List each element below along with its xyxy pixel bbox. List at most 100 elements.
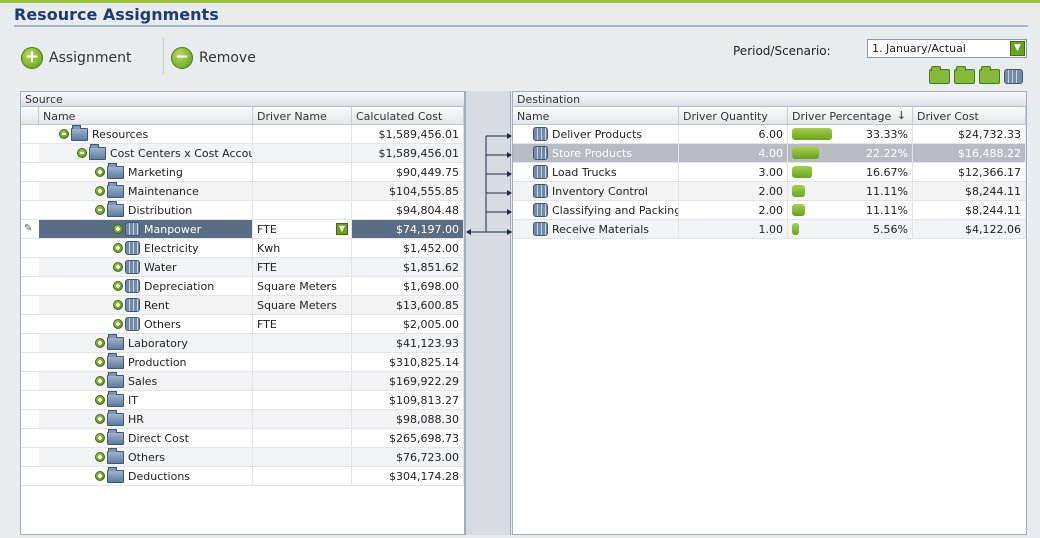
collapse-icon[interactable] <box>77 148 87 158</box>
source-row[interactable]: Depreciation Square Meters $1,698.00 <box>21 277 464 296</box>
source-row[interactable]: Production $310,825.14 <box>21 353 464 372</box>
source-name-cell[interactable]: Depreciation <box>39 277 253 295</box>
chevron-down-icon[interactable]: ▼ <box>1010 41 1025 56</box>
source-name-cell[interactable]: IT <box>39 391 253 409</box>
source-driver-cell[interactable] <box>253 182 352 200</box>
source-row[interactable]: Others FTE $2,005.00 <box>21 315 464 334</box>
destination-name-cell[interactable]: Load Trucks <box>513 163 679 181</box>
col-driver-quantity-header[interactable]: Driver Quantity <box>679 107 788 124</box>
source-row[interactable]: Water FTE $1,851.62 <box>21 258 464 277</box>
source-driver-cell[interactable] <box>253 410 352 428</box>
expand-icon[interactable] <box>95 186 105 196</box>
source-name-cell[interactable]: Others <box>39 448 253 466</box>
source-name-cell[interactable]: Production <box>39 353 253 371</box>
destination-row[interactable]: Load Trucks 3.00 16.67% $12,366.17 <box>513 163 1026 182</box>
source-row[interactable]: ✎ Manpower FTE ▼ $74,197.00 <box>21 220 464 239</box>
source-driver-cell[interactable] <box>253 467 352 485</box>
expand-icon[interactable] <box>95 414 105 424</box>
driver-quantity-cell[interactable]: 4.00 <box>679 144 788 162</box>
driver-quantity-cell[interactable]: 2.00 <box>679 201 788 219</box>
col-driver-percentage-header[interactable]: Driver Percentage ↓ <box>788 107 913 124</box>
expand-icon[interactable] <box>113 262 123 272</box>
source-row[interactable]: Direct Cost $265,698.73 <box>21 429 464 448</box>
source-name-cell[interactable]: Electricity <box>39 239 253 257</box>
col-calculated-cost-header[interactable]: Calculated Cost <box>352 107 464 124</box>
source-driver-cell[interactable]: Square Meters <box>253 296 352 314</box>
source-row[interactable]: Deductions $304,174.28 <box>21 467 464 486</box>
source-driver-cell[interactable] <box>253 144 352 162</box>
source-row[interactable]: Sales $169,922.29 <box>21 372 464 391</box>
destination-row[interactable]: Inventory Control 2.00 11.11% $8,244.11 <box>513 182 1026 201</box>
driver-quantity-cell[interactable]: 6.00 <box>679 125 788 143</box>
destination-name-cell[interactable]: Deliver Products <box>513 125 679 143</box>
driver-quantity-cell[interactable]: 2.00 <box>679 182 788 200</box>
source-row[interactable]: Laboratory $41,123.93 <box>21 334 464 353</box>
source-name-cell[interactable]: Resources <box>39 125 253 143</box>
source-row[interactable]: Electricity Kwh $1,452.00 <box>21 239 464 258</box>
collapse-icon[interactable] <box>59 129 69 139</box>
source-name-cell[interactable]: Cost Centers x Cost Accounts <box>39 144 253 162</box>
expand-icon[interactable] <box>113 243 123 253</box>
source-row[interactable]: Others $76,723.00 <box>21 448 464 467</box>
driver-dropdown-icon[interactable]: ▼ <box>336 223 348 235</box>
source-name-cell[interactable]: Rent <box>39 296 253 314</box>
source-driver-cell[interactable] <box>253 429 352 447</box>
source-driver-cell[interactable]: Kwh <box>253 239 352 257</box>
expand-icon[interactable] <box>113 319 123 329</box>
expand-icon[interactable] <box>95 167 105 177</box>
source-driver-cell[interactable] <box>253 334 352 352</box>
source-driver-cell[interactable]: Square Meters <box>253 277 352 295</box>
source-row[interactable]: HR $98,088.30 <box>21 410 464 429</box>
destination-name-cell[interactable]: Store Products <box>513 144 679 162</box>
period-scenario-select[interactable]: 1. January/Actual ▼ <box>867 39 1027 58</box>
resource-grid-icon[interactable] <box>1004 69 1023 84</box>
driver-quantity-cell[interactable]: 3.00 <box>679 163 788 181</box>
source-name-cell[interactable]: Distribution <box>39 201 253 219</box>
expand-icon[interactable] <box>95 452 105 462</box>
expand-icon[interactable] <box>113 300 123 310</box>
source-driver-cell[interactable] <box>253 163 352 181</box>
source-name-cell[interactable]: Water <box>39 258 253 276</box>
source-driver-cell[interactable]: FTE ▼ <box>253 220 352 238</box>
expand-icon[interactable] <box>95 395 105 405</box>
source-row[interactable]: IT $109,813.27 <box>21 391 464 410</box>
destination-name-cell[interactable]: Receive Materials <box>513 220 679 238</box>
folder-move-down-icon[interactable] <box>929 66 950 84</box>
source-driver-cell[interactable] <box>253 372 352 390</box>
source-name-cell[interactable]: HR <box>39 410 253 428</box>
expand-icon[interactable] <box>113 224 123 234</box>
source-name-cell[interactable]: Maintenance <box>39 182 253 200</box>
source-driver-cell[interactable] <box>253 125 352 143</box>
remove-button[interactable]: − Remove <box>171 44 256 72</box>
source-row[interactable]: Distribution $94,804.48 <box>21 201 464 220</box>
source-name-cell[interactable]: Deductions <box>39 467 253 485</box>
source-name-cell[interactable]: Marketing <box>39 163 253 181</box>
source-driver-cell[interactable]: FTE <box>253 315 352 333</box>
source-row[interactable]: Marketing $90,449.75 <box>21 163 464 182</box>
expand-icon[interactable] <box>95 357 105 367</box>
source-name-cell[interactable]: Others <box>39 315 253 333</box>
col-driver-name-header[interactable]: Driver Name <box>253 107 352 124</box>
source-driver-cell[interactable] <box>253 391 352 409</box>
expand-icon[interactable] <box>95 338 105 348</box>
expand-icon[interactable] <box>95 433 105 443</box>
folder-move-up-icon[interactable] <box>954 66 975 84</box>
source-row[interactable]: Resources $1,589,456.01 <box>21 125 464 144</box>
add-assignment-button[interactable]: + Assignment <box>21 44 131 72</box>
source-name-cell[interactable]: Direct Cost <box>39 429 253 447</box>
col-name-header[interactable]: Name <box>39 107 253 124</box>
col-driver-cost-header[interactable]: Driver Cost <box>913 107 1026 124</box>
source-name-cell[interactable]: Manpower <box>39 220 253 238</box>
destination-name-cell[interactable]: Inventory Control <box>513 182 679 200</box>
source-row[interactable]: Cost Centers x Cost Accounts $1,589,456.0… <box>21 144 464 163</box>
driver-quantity-cell[interactable]: 1.00 <box>679 220 788 238</box>
folder-expand-icon[interactable] <box>979 66 1000 84</box>
source-row[interactable]: Maintenance $104,555.85 <box>21 182 464 201</box>
source-driver-cell[interactable] <box>253 448 352 466</box>
collapse-icon[interactable] <box>95 205 105 215</box>
source-driver-cell[interactable] <box>253 201 352 219</box>
source-name-cell[interactable]: Sales <box>39 372 253 390</box>
expand-icon[interactable] <box>95 376 105 386</box>
destination-name-cell[interactable]: Classifying and Packing <box>513 201 679 219</box>
destination-row[interactable]: Classifying and Packing 2.00 11.11% $8,244.… <box>513 201 1026 220</box>
